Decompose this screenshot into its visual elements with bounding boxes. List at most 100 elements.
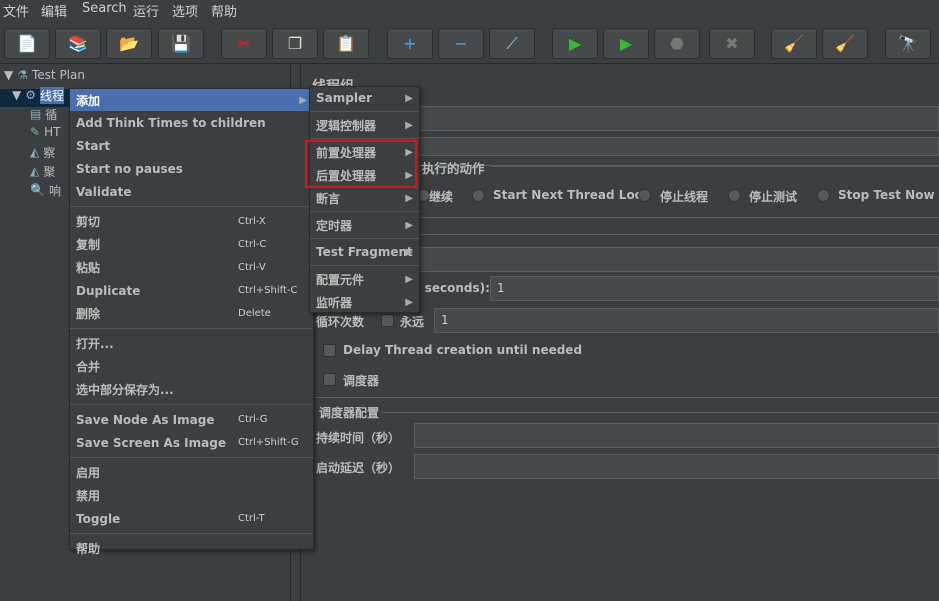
error-action-radio-label: 继续 xyxy=(429,190,454,204)
submenu-arrow-icon: ▶ xyxy=(405,296,413,308)
expand-arrow-icon[interactable]: ▼ xyxy=(4,68,13,82)
tree-node[interactable]: ✎ HT xyxy=(30,123,60,141)
loop-count-field[interactable]: 1 xyxy=(434,308,939,333)
delay-label: Delay Thread creation until needed xyxy=(343,343,583,357)
context-menu-item[interactable]: Validate xyxy=(70,180,313,203)
context-menu-item[interactable]: Save Screen As Image Ctrl+Shift-G xyxy=(70,431,313,454)
menu-1[interactable]: 编辑 xyxy=(41,1,67,20)
error-action-radio[interactable] xyxy=(472,189,485,202)
menu-item-label: Save Screen As Image xyxy=(76,435,226,450)
open-icon: 📂 xyxy=(119,34,139,53)
stop-icon: ⬣ xyxy=(670,34,684,53)
toggle-button[interactable]: ⟋ xyxy=(489,28,535,59)
tree-node[interactable]: ▼ ⚙ 线程 xyxy=(12,86,65,104)
error-action-radio-label: Start Next Thread Loop xyxy=(493,188,652,202)
menu-0[interactable]: 文件 xyxy=(3,1,29,20)
error-action-radio[interactable] xyxy=(638,189,651,202)
context-menu-item[interactable]: 合并 xyxy=(70,355,313,378)
loop-label: 循环次数 xyxy=(316,315,365,329)
cut-icon: ✂ xyxy=(237,34,251,53)
controller-icon: ▤ xyxy=(30,107,42,121)
submenu-item[interactable]: 断言 ▶ xyxy=(310,187,419,209)
context-menu-item[interactable]: 打开... xyxy=(70,332,313,355)
copy-button[interactable]: ❐ xyxy=(272,28,318,59)
duration-label: 持续时间（秒） xyxy=(316,431,401,445)
expand-button[interactable]: + xyxy=(387,28,433,59)
menu-separator xyxy=(310,138,419,139)
context-menu-item[interactable]: 粘贴 Ctrl-V xyxy=(70,256,313,279)
context-menu-item[interactable]: Add Think Times to children xyxy=(70,111,313,134)
submenu-item-label: 逻辑控制器 xyxy=(316,118,377,133)
context-menu-item[interactable]: 禁用 xyxy=(70,484,313,507)
menu-item-label: 启用 xyxy=(76,466,101,480)
new-button[interactable]: 📄 xyxy=(4,28,50,59)
start-icon: ▶ xyxy=(568,34,582,53)
search-button[interactable]: 🔭 xyxy=(885,28,931,59)
collapse-button[interactable]: − xyxy=(438,28,484,59)
scheduler-checkbox[interactable] xyxy=(323,373,336,386)
rampup-field[interactable]: 1 xyxy=(490,276,939,301)
start-button[interactable]: ▶ xyxy=(552,28,598,59)
menu-item-label: Start xyxy=(76,138,111,153)
submenu-item[interactable]: 配置元件 ▶ xyxy=(310,268,419,290)
context-menu-item[interactable]: 复制 Ctrl-C xyxy=(70,233,313,256)
delay-checkbox[interactable] xyxy=(323,344,336,357)
startup-delay-field[interactable] xyxy=(414,454,939,479)
context-menu-item[interactable]: Toggle Ctrl-T xyxy=(70,507,313,530)
clear-button[interactable]: 🧹 xyxy=(771,28,817,59)
cut-button[interactable]: ✂ xyxy=(221,28,267,59)
context-menu-item[interactable]: 删除 Delete xyxy=(70,302,313,325)
duration-field[interactable] xyxy=(414,423,939,448)
test-plan-icon: ⚗ xyxy=(17,68,28,82)
submenu-item-label: 监听器 xyxy=(316,295,353,310)
tree-node-label: 聚 xyxy=(43,164,56,179)
clear-icon: 🧹 xyxy=(784,34,804,53)
context-menu-item[interactable]: 选中部分保存为... xyxy=(70,378,313,401)
tree-node-label: 循 xyxy=(45,107,58,122)
menu-item-label: 删除 xyxy=(76,307,101,321)
submenu-item[interactable]: 定时器 ▶ xyxy=(310,214,419,236)
context-menu-item[interactable]: Start no pauses xyxy=(70,157,313,180)
start-no-pauses-button[interactable]: ▶ xyxy=(603,28,649,59)
context-menu-item[interactable]: 启用 xyxy=(70,461,313,484)
context-menu-item[interactable]: 添加 ▶ xyxy=(70,89,313,111)
shutdown-button[interactable]: ✖ xyxy=(709,28,755,59)
tree-node[interactable]: ◭ 聚 xyxy=(30,162,55,180)
menu-separator xyxy=(70,533,313,534)
context-menu-item[interactable]: 帮助 xyxy=(70,537,313,560)
tree-node[interactable]: ◭ 察 xyxy=(30,143,55,161)
menu-5[interactable]: 帮助 xyxy=(211,1,237,20)
forever-checkbox[interactable] xyxy=(381,314,394,327)
submenu-arrow-icon: ▶ xyxy=(405,192,413,204)
clear-all-button[interactable]: 🧹 xyxy=(822,28,868,59)
paste-button[interactable]: 📋 xyxy=(323,28,369,59)
context-menu-item[interactable]: Save Node As Image Ctrl-G xyxy=(70,408,313,431)
menu-item-label: Save Node As Image xyxy=(76,412,215,427)
expand-arrow-icon[interactable]: ▼ xyxy=(12,88,21,102)
error-action-radio[interactable] xyxy=(728,189,741,202)
menu-4[interactable]: 选项 xyxy=(172,1,198,20)
submenu-item-label: 配置元件 xyxy=(316,272,365,287)
context-menu-item[interactable]: 剪切 Ctrl-X xyxy=(70,210,313,233)
stop-button[interactable]: ⬣ xyxy=(654,28,700,59)
open-button[interactable]: 📂 xyxy=(106,28,152,59)
error-action-radio[interactable] xyxy=(817,189,830,202)
submenu-item[interactable]: 监听器 ▶ xyxy=(310,291,419,313)
save-button[interactable]: 💾 xyxy=(158,28,204,59)
tree-node[interactable]: ▼ ⚗ Test Plan xyxy=(4,66,85,84)
submenu-arrow-icon: ▶ xyxy=(405,219,413,231)
submenu-item[interactable]: 逻辑控制器 ▶ xyxy=(310,114,419,136)
menu-3[interactable]: 运行 xyxy=(133,1,159,20)
rampup-label: n seconds): xyxy=(412,281,490,295)
context-menu-item[interactable]: Duplicate Ctrl+Shift-C xyxy=(70,279,313,302)
submenu-item[interactable]: Test Fragment ▶ xyxy=(310,241,419,263)
scheduler-config-label: 调度器配置 xyxy=(319,406,380,420)
tree-node[interactable]: ▤ 循 xyxy=(30,105,57,123)
startup-delay-label: 启动延迟（秒） xyxy=(316,461,401,475)
tree-node[interactable]: 🔍 响 xyxy=(30,181,61,199)
menu-2[interactable]: Search xyxy=(82,1,127,16)
templates-button[interactable]: 📚 xyxy=(55,28,101,59)
menu-item-label: 复制 xyxy=(76,238,101,252)
submenu-item[interactable]: Sampler ▶ xyxy=(310,87,419,109)
context-menu-item[interactable]: Start xyxy=(70,134,313,157)
